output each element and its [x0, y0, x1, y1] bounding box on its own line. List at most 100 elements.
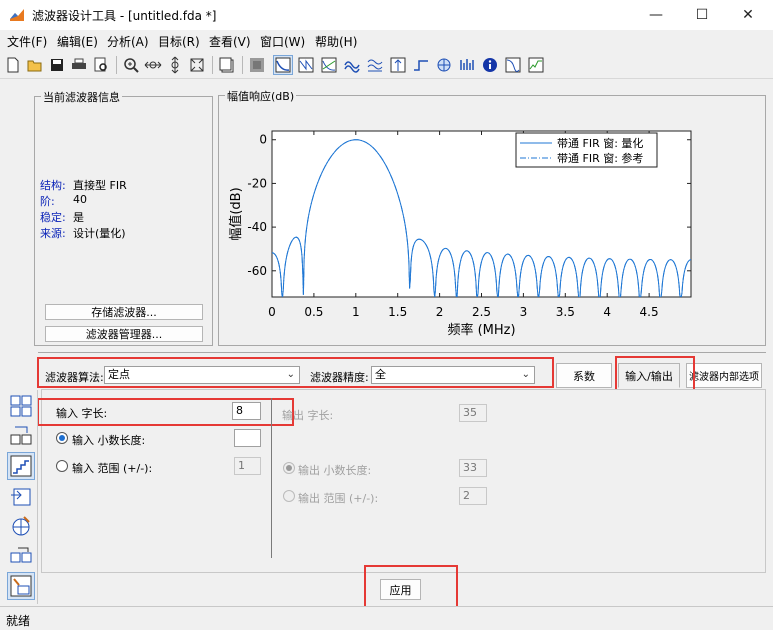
multirate-icon[interactable]	[7, 542, 35, 570]
minimize-icon: —	[649, 7, 663, 23]
order-value: 40	[73, 193, 87, 206]
input-range-field[interactable]: 1	[234, 457, 261, 475]
menu-analysis[interactable]: 分析(A)	[107, 33, 149, 50]
zoom-y-icon[interactable]	[165, 55, 185, 75]
menu-targets[interactable]: 目标(R)	[158, 33, 200, 50]
save-icon[interactable]	[47, 55, 67, 75]
filter-arithmetic-label: 滤波器算法:	[45, 371, 104, 384]
x-tick-label: 1.5	[388, 305, 407, 319]
minimize-button[interactable]: —	[633, 0, 679, 30]
full-view-icon[interactable]	[187, 55, 207, 75]
menu-file[interactable]: 文件(F)	[7, 33, 47, 50]
step-icon[interactable]	[411, 55, 431, 75]
output-word-length-label: 输出 字长:	[282, 409, 334, 422]
import-icon[interactable]	[7, 482, 35, 510]
design-filter-icon[interactable]	[247, 55, 267, 75]
filter-arithmetic-dropdown[interactable]: 定点 ⌄	[104, 366, 300, 384]
realize-model-icon[interactable]	[7, 572, 35, 600]
menu-bar: 文件(F) 编辑(E) 分析(A) 目标(R) 查看(V) 窗口(W) 帮助(H…	[0, 30, 773, 51]
menu-help[interactable]: 帮助(H)	[315, 33, 357, 50]
filter-precision-dropdown[interactable]: 全 ⌄	[371, 366, 535, 384]
x-tick-label: 3	[520, 305, 528, 319]
y-tick-label: -40	[247, 220, 267, 234]
maximize-icon: ☐	[695, 7, 709, 23]
phase-delay-icon[interactable]	[365, 55, 385, 75]
phase-icon[interactable]	[296, 55, 316, 75]
current-filter-info-panel: 当前滤波器信息 结构: 直接型 FIR 阶: 40 稳定: 是 来源: 设计(量…	[34, 89, 213, 346]
stable-label: 稳定:	[40, 211, 66, 224]
structure-value: 直接型 FIR	[73, 179, 127, 192]
x-tick-label: 2.5	[472, 305, 491, 319]
new-icon[interactable]	[3, 55, 23, 75]
x-tick-label: 0.5	[304, 305, 323, 319]
title-bar: 滤波器设计工具 - [untitled.fda *] — ☐ ✕	[0, 0, 773, 30]
print-preview-icon[interactable]	[91, 55, 111, 75]
store-filter-button[interactable]: 存储滤波器...	[45, 304, 203, 320]
close-icon: ✕	[742, 7, 754, 23]
window-title: 滤波器设计工具 - [untitled.fda *]	[32, 9, 217, 23]
noise-icon[interactable]	[526, 55, 546, 75]
transform-icon[interactable]	[7, 422, 35, 450]
chevron-down-icon: ⌄	[521, 369, 530, 380]
matlab-app-icon	[9, 7, 25, 23]
zoom-x-icon[interactable]	[143, 55, 163, 75]
input-frac-length-label: 输入 小数长度:	[72, 434, 146, 447]
y-axis-label: 幅值(dB)	[228, 187, 244, 240]
y-tick-label: -20	[247, 176, 267, 190]
io-tab-content	[41, 389, 766, 573]
x-axis-label: 频率 (MHz)	[447, 322, 515, 338]
toolbar	[0, 51, 773, 79]
close-button[interactable]: ✕	[725, 0, 771, 30]
menu-view[interactable]: 查看(V)	[209, 33, 251, 50]
x-tick-label: 4.5	[640, 305, 659, 319]
status-text: 就绪	[6, 614, 31, 628]
y-tick-label: 0	[259, 133, 267, 147]
status-bar: 就绪	[0, 606, 773, 630]
input-range-radio[interactable]	[56, 460, 68, 472]
new-figure-icon[interactable]	[217, 55, 237, 75]
tab-input-output[interactable]: 输入/输出	[618, 363, 680, 388]
magnitude-icon[interactable]	[273, 55, 293, 75]
io-divider	[271, 398, 272, 558]
source-label: 来源:	[40, 227, 66, 240]
coefficients-icon[interactable]	[457, 55, 477, 75]
legend-label: 带通 FIR 窗: 参考	[557, 151, 643, 165]
pole-zero-editor-icon[interactable]	[7, 512, 35, 540]
tab-filter-internals[interactable]: 滤波器内部选项	[686, 363, 762, 388]
input-frac-length-field[interactable]	[234, 429, 261, 447]
input-frac-length-radio[interactable]	[56, 432, 68, 444]
filter-precision-label: 滤波器精度:	[310, 371, 369, 384]
design-filter-panel-icon[interactable]	[7, 392, 35, 420]
apply-button[interactable]: 应用	[380, 579, 421, 600]
group-delay-icon[interactable]	[342, 55, 362, 75]
output-range-field[interactable]: 2	[459, 487, 487, 505]
structure-label: 结构:	[40, 179, 66, 192]
output-range-radio[interactable]	[283, 490, 295, 502]
filter-precision-value: 全	[375, 368, 386, 381]
output-frac-length-field[interactable]: 33	[459, 459, 487, 477]
output-word-length-field[interactable]: 35	[459, 404, 487, 422]
x-tick-label: 1	[352, 305, 360, 319]
menu-edit[interactable]: 编辑(E)	[57, 33, 98, 50]
magnitude-estimate-icon[interactable]	[503, 55, 523, 75]
stable-value: 是	[73, 211, 84, 224]
source-value: 设计(量化)	[73, 227, 126, 240]
output-frac-length-radio[interactable]	[283, 462, 295, 474]
print-icon[interactable]	[69, 55, 89, 75]
open-icon[interactable]	[25, 55, 45, 75]
menu-window[interactable]: 窗口(W)	[260, 33, 305, 50]
filter-manager-button[interactable]: 滤波器管理器...	[45, 326, 203, 342]
magnitude-phase-icon[interactable]	[319, 55, 339, 75]
zoom-in-icon[interactable]	[121, 55, 141, 75]
maximize-button[interactable]: ☐	[679, 0, 725, 30]
info-icon[interactable]	[480, 55, 500, 75]
input-word-length-field[interactable]: 8	[232, 402, 261, 420]
input-range-label: 输入 范围 (+/-):	[72, 462, 153, 475]
magnitude-response-chart[interactable]: 0 0.5 1 1.5 2 2.5 3 3.5 4 4.5 0 -20 -40 -60 频率 (MHz) 幅值…	[219, 104, 765, 344]
tab-coefficients[interactable]: 系数	[556, 363, 612, 388]
x-tick-label: 3.5	[556, 305, 575, 319]
impulse-icon[interactable]	[388, 55, 408, 75]
pole-zero-icon[interactable]	[434, 55, 454, 75]
output-frac-length-label: 输出 小数长度:	[298, 464, 372, 477]
quantize-icon[interactable]	[7, 452, 35, 480]
